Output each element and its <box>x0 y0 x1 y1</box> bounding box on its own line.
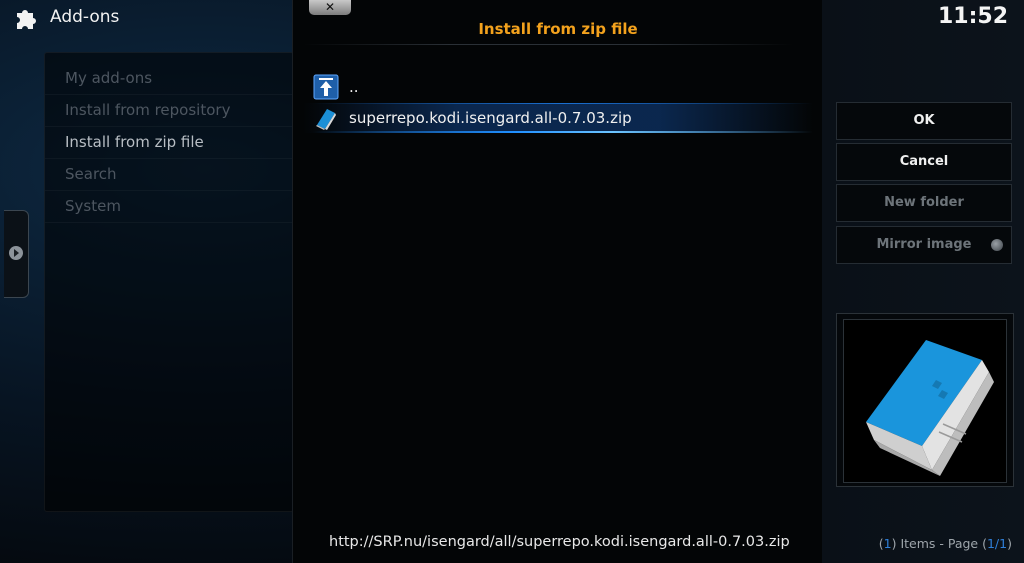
puzzle-icon <box>17 10 36 29</box>
install-from-zip-dialog: ✕ Install from zip file .. superrepo.kod… <box>292 0 823 563</box>
close-button[interactable]: ✕ <box>309 0 351 15</box>
dialog-actions-panel: 11:52 OK Cancel New folder Mirror image … <box>822 0 1024 563</box>
file-list-item-parent[interactable]: .. <box>313 72 793 102</box>
file-list-item-label: superrepo.kodi.isengard.all-0.7.03.zip <box>349 109 632 127</box>
arrow-right-icon <box>9 246 23 260</box>
file-list-item-label: .. <box>349 78 359 96</box>
items-count: 1 <box>883 536 892 551</box>
app-header: Add-ons <box>14 4 119 30</box>
dialog-title: Install from zip file <box>478 20 638 38</box>
parent-folder-icon <box>313 74 339 100</box>
clock: 11:52 <box>937 4 1008 29</box>
menu-item-my-addons[interactable]: My add-ons <box>45 63 293 95</box>
addons-menu: My add-ons Install from repository Insta… <box>44 52 294 512</box>
file-list-item-zip[interactable]: superrepo.kodi.isengard.all-0.7.03.zip <box>303 103 813 133</box>
page-number: 1/1 <box>986 536 1008 551</box>
cancel-button[interactable]: Cancel <box>836 143 1012 181</box>
menu-item-install-from-zip[interactable]: Install from zip file <box>45 127 293 159</box>
page-title: Add-ons <box>50 7 120 27</box>
mirror-image-toggle[interactable]: Mirror image <box>836 226 1012 264</box>
zip-file-preview-icon <box>866 340 994 476</box>
side-menu-handle[interactable] <box>4 210 29 298</box>
menu-item-install-from-repository[interactable]: Install from repository <box>45 95 293 127</box>
file-preview <box>836 313 1014 487</box>
mirror-image-label: Mirror image <box>876 237 972 252</box>
selected-file-path: http://SRP.nu/isengard/all/superrepo.kod… <box>329 534 790 550</box>
items-page-label: Items - Page <box>900 536 979 551</box>
radio-icon <box>991 239 1003 251</box>
new-folder-button[interactable]: New folder <box>836 184 1012 222</box>
page-indicator: (1) Items - Page (1/1) <box>878 536 1012 551</box>
menu-item-search[interactable]: Search <box>45 159 293 191</box>
ok-button[interactable]: OK <box>836 102 1012 140</box>
title-divider <box>303 44 793 45</box>
zip-file-icon <box>316 109 336 130</box>
menu-item-system[interactable]: System <box>45 191 293 223</box>
